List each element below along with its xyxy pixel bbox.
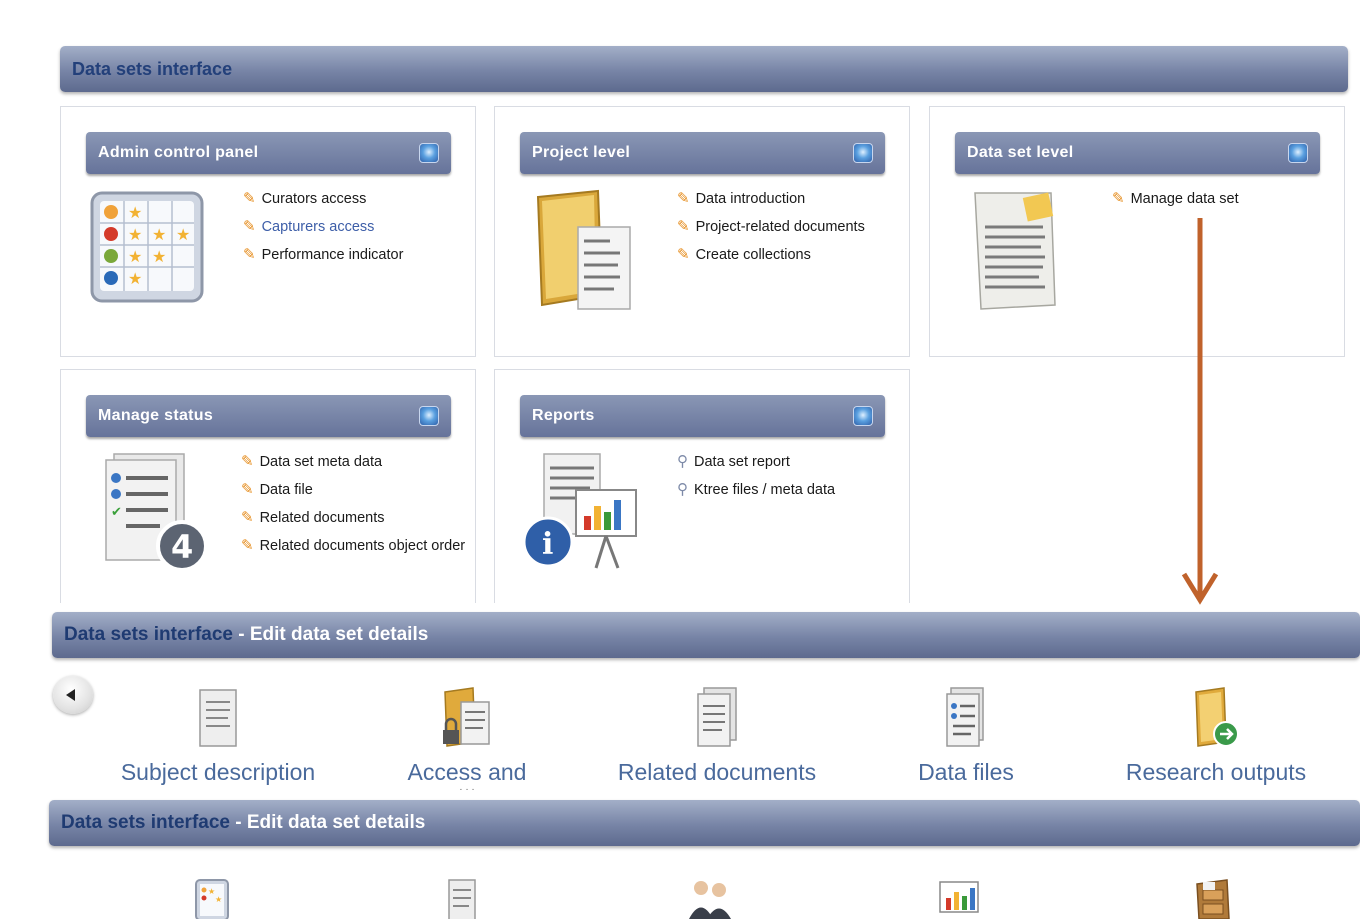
folder-arrow-icon: [1195, 687, 1239, 747]
help-icon[interactable]: [1288, 143, 1308, 163]
document-icon: [448, 879, 476, 921]
link-manage-data-set[interactable]: ✎ Manage data set: [1112, 190, 1239, 208]
svg-text:★: ★: [152, 225, 166, 244]
annotation-arrow: [1181, 218, 1219, 605]
data-sets-interface-header: Data sets interface: [60, 46, 1348, 92]
documents-icon: [697, 687, 737, 747]
chart-icon: [939, 881, 979, 913]
header-title: Data sets interface: [72, 59, 233, 79]
svg-text:★: ★: [128, 247, 142, 266]
tile-cabinet[interactable]: [1172, 876, 1252, 924]
svg-text:i: i: [542, 527, 553, 562]
tile-label: Access and: [407, 759, 527, 785]
link-related-documents-object-order[interactable]: ✎ Related documents object order: [241, 537, 466, 555]
folder-lock-icon: [443, 687, 490, 747]
status-checklist-icon: ✔ 4: [105, 453, 208, 572]
pencil-icon: ✎: [243, 190, 256, 207]
magnifier-icon: ⚲: [677, 481, 688, 498]
help-icon[interactable]: [853, 143, 873, 163]
data-set-level-panel: Data set level ✎ Manage data set: [929, 106, 1345, 357]
pencil-icon: ✎: [677, 190, 690, 207]
pencil-icon: ✎: [241, 537, 254, 554]
pencil-icon: ✎: [241, 481, 254, 498]
link-data-file[interactable]: ✎ Data file: [241, 481, 466, 499]
svg-text:★: ★: [215, 895, 222, 904]
reports-title: Reports: [520, 395, 885, 437]
pencil-icon: ✎: [677, 218, 690, 235]
admin-control-panel: Admin control panel ★ ★ ★ ★ ★ ★ ★ ✎ Curators a…: [60, 106, 476, 357]
tile-chart[interactable]: [919, 876, 999, 924]
tile-label: Research outputs: [1125, 759, 1307, 785]
svg-text:✔: ✔: [111, 505, 122, 520]
grid-chart-icon: ★ ★ ★ ★ ★ ★ ★: [90, 191, 204, 303]
link-capturers-access[interactable]: ✎ Capturers access: [243, 218, 403, 236]
document-icon: [199, 689, 237, 747]
help-icon[interactable]: [853, 406, 873, 426]
tile-data-files[interactable]: Data files: [851, 686, 1081, 786]
link-data-set-report[interactable]: ⚲ Data set report: [677, 453, 835, 471]
tile-access-and[interactable]: Access and · · ·: [352, 686, 582, 795]
tile-related-documents[interactable]: Related documents: [602, 686, 832, 786]
tile-subject-description[interactable]: Subject description: [103, 686, 333, 786]
breadcrumb-current: - Edit data set details: [232, 624, 429, 645]
breadcrumb-current: - Edit data set details: [229, 812, 426, 833]
link-related-documents[interactable]: ✎ Related documents: [241, 509, 466, 527]
pencil-icon: ✎: [241, 509, 254, 526]
folder-documents-icon: [536, 189, 631, 310]
edit-data-set-details-header-2: Data sets interface - Edit data set deta…: [49, 800, 1360, 846]
project-level-title: Project level: [520, 132, 885, 174]
filing-cabinet-icon: [1196, 879, 1230, 920]
tile-label: Subject description: [120, 759, 316, 785]
pencil-icon: ✎: [241, 453, 254, 470]
tile-label: Related documents: [617, 759, 817, 785]
reports-links: ⚲ Data set report ⚲ Ktree files / meta dat…: [677, 453, 835, 509]
tile-people[interactable]: [670, 876, 750, 924]
link-project-related-documents[interactable]: ✎ Project-related documents: [677, 218, 877, 236]
breadcrumb-data-sets-interface[interactable]: Data sets interface: [61, 812, 230, 833]
pencil-icon: ✎: [243, 218, 256, 235]
tile-label: Data files: [918, 759, 1014, 785]
svg-text:4: 4: [171, 528, 193, 566]
tile-document[interactable]: [421, 876, 501, 924]
manage-status-panel: Manage status ✔ 4 ✎ Data set meta data ✎ D…: [60, 369, 476, 603]
admin-links: ✎ Curators access ✎ Capturers access ✎ Perf…: [243, 190, 403, 274]
status-links: ✎ Data set meta data ✎ Data file ✎ Related …: [241, 453, 466, 565]
link-create-collections[interactable]: ✎ Create collections: [677, 246, 877, 264]
svg-text:★: ★: [128, 203, 142, 222]
report-presentation-icon: i: [522, 453, 637, 569]
breadcrumb-data-sets-interface[interactable]: Data sets interface: [64, 624, 233, 645]
pencil-icon: ✎: [1112, 190, 1125, 207]
project-level-panel: Project level ✎ Data introduction ✎ Projec…: [494, 106, 910, 357]
data-file-icon: [946, 687, 984, 747]
tile-research-outputs[interactable]: Research outputs: [1101, 686, 1331, 786]
link-data-set-meta-data[interactable]: ✎ Data set meta data: [241, 453, 466, 471]
truncation-dots: · · ·: [459, 784, 475, 795]
people-icon: [689, 881, 731, 919]
reports-panel: Reports i ⚲ Data set report ⚲ Ktree files …: [494, 369, 910, 603]
link-curators-access[interactable]: ✎ Curators access: [243, 190, 403, 208]
edit-data-set-details-header: Data sets interface - Edit data set deta…: [52, 612, 1360, 658]
back-button[interactable]: [53, 676, 93, 714]
magnifier-icon: ⚲: [677, 453, 688, 470]
pencil-icon: ✎: [243, 246, 256, 263]
svg-text:★: ★: [152, 247, 166, 266]
manage-status-title: Manage status: [86, 395, 451, 437]
svg-text:★: ★: [128, 225, 142, 244]
document-icon: [974, 192, 1056, 310]
pencil-icon: ✎: [677, 246, 690, 263]
svg-text:★: ★: [128, 269, 142, 288]
admin-control-panel-title: Admin control panel: [86, 132, 451, 174]
tile-grid-chart[interactable]: ★ ★: [172, 876, 252, 924]
project-links: ✎ Data introduction ✎ Project-related docu…: [677, 190, 877, 274]
svg-text:★: ★: [176, 225, 190, 244]
link-performance-indicator[interactable]: ✎ Performance indicator: [243, 246, 403, 264]
help-icon[interactable]: [419, 406, 439, 426]
data-set-level-title: Data set level: [955, 132, 1320, 174]
grid-chart-icon: ★★: [195, 879, 229, 921]
help-icon[interactable]: [419, 143, 439, 163]
link-ktree-files-meta-data[interactable]: ⚲ Ktree files / meta data: [677, 481, 835, 499]
link-data-introduction[interactable]: ✎ Data introduction: [677, 190, 877, 208]
